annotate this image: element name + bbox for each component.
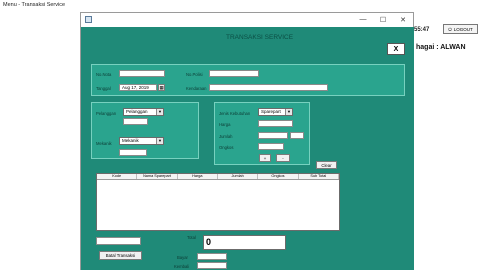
table-header-cell[interactable]: Jumlah (218, 174, 259, 179)
calendar-icon[interactable]: ▦ (158, 84, 165, 91)
tanggal-label: Tanggal (96, 86, 111, 91)
total-field: 0 (203, 235, 286, 250)
table-header: Kode Nama Sparepart Harga Jumlah Ongkos Sub T… (97, 174, 339, 180)
mekanik-label: Mekanik (96, 141, 112, 146)
pelanggan-combo[interactable]: Pelanggan ▼ (123, 108, 164, 116)
mekanik-name-field[interactable] (119, 149, 147, 156)
app-icon (85, 16, 92, 23)
minimize-button[interactable]: — (356, 14, 370, 25)
chevron-down-icon[interactable]: ▼ (285, 109, 292, 115)
remove-item-button[interactable]: - (276, 154, 290, 162)
user-label: hagai : ALWAN (416, 44, 466, 51)
stok-field[interactable] (290, 132, 304, 139)
nomor-label: No.Nota (96, 72, 112, 77)
total-label: Total (187, 235, 196, 240)
kendaraan-label: Kendaraan (186, 86, 207, 91)
ongkos-label: Ongkos (219, 145, 234, 150)
sparepart-table[interactable]: Kode Nama Sparepart Harga Jumlah Ongkos Sub T… (96, 173, 340, 231)
jenis-value: Sparepart (261, 109, 281, 114)
jenis-label: Jenis Kebutuhan (219, 111, 251, 116)
form-content: TRANSAKSI SERVICE X No.Nota Tanggal Aug … (81, 27, 414, 270)
mekanik-value: Mekanik (122, 138, 139, 143)
bayar-field[interactable] (197, 253, 227, 260)
no-polisi-field[interactable] (209, 70, 259, 77)
jumlah-label: Jumlah (219, 134, 233, 139)
clear-button[interactable]: Clear (316, 161, 337, 169)
clock-text: :55:47 (412, 27, 430, 33)
kendaraan-field[interactable] (209, 84, 328, 91)
table-header-cell[interactable]: Harga (178, 174, 218, 179)
table-header-cell[interactable]: Kode (97, 174, 138, 179)
kembali-field (197, 262, 227, 269)
sparepart-panel: Jenis Kebutuhan Sparepart ▼ Harga Jumlah… (214, 102, 310, 165)
pelanggan-label: Pelanggan (96, 111, 117, 116)
search-transaksi-field[interactable] (96, 237, 141, 245)
table-header-cell[interactable]: Nama Sparepart (137, 174, 178, 179)
tanggal-field[interactable]: Aug 17, 2019 (119, 84, 157, 91)
table-header-cell[interactable]: Sub Total (299, 174, 339, 179)
transaksi-service-window: — ☐ ✕ TRANSAKSI SERVICE X No.Nota Tangga… (80, 12, 414, 270)
bayar-label: Bayar (177, 255, 188, 260)
ongkos-field[interactable] (258, 143, 284, 150)
nomor-field[interactable] (119, 70, 165, 77)
no-polisi-label: No.Polisi (186, 72, 203, 77)
kembali-label: Kembali (174, 264, 190, 269)
page-title: TRANSAKSI SERVICE (226, 34, 294, 41)
jenis-combo[interactable]: Sparepart ▼ (258, 108, 293, 116)
table-header-cell[interactable]: Ongkos (258, 174, 299, 179)
logout-icon: ⏻ (448, 26, 452, 32)
jumlah-field[interactable] (258, 132, 288, 139)
pelanggan-panel: Pelanggan Pelanggan ▼ Mekanik Mekanik ▼ (91, 102, 199, 159)
batal-transaksi-button[interactable]: Batal Transaksi (99, 251, 142, 260)
mekanik-combo[interactable]: Mekanik ▼ (119, 137, 164, 145)
background-window-title: Menu - Transaksi Service (3, 2, 66, 8)
harga-label: Harga (219, 122, 231, 127)
logout-button[interactable]: ⏻ LOGOUT (443, 24, 478, 34)
logout-label: LOGOUT (453, 26, 473, 32)
info-panel: No.Nota Tanggal Aug 17, 2019 ▦ No.Polisi… (91, 64, 405, 96)
add-item-button[interactable]: + (259, 154, 271, 162)
pelanggan-value: Pelanggan (126, 109, 148, 114)
pelanggan-name-field[interactable] (123, 118, 148, 125)
window-titlebar[interactable]: — ☐ ✕ (81, 13, 413, 27)
chevron-down-icon[interactable]: ▼ (156, 138, 163, 144)
close-window-button[interactable]: ✕ (396, 14, 410, 25)
chevron-down-icon[interactable]: ▼ (156, 109, 163, 115)
close-form-button[interactable]: X (387, 43, 405, 55)
maximize-button[interactable]: ☐ (376, 14, 390, 25)
harga-field[interactable] (258, 120, 293, 127)
